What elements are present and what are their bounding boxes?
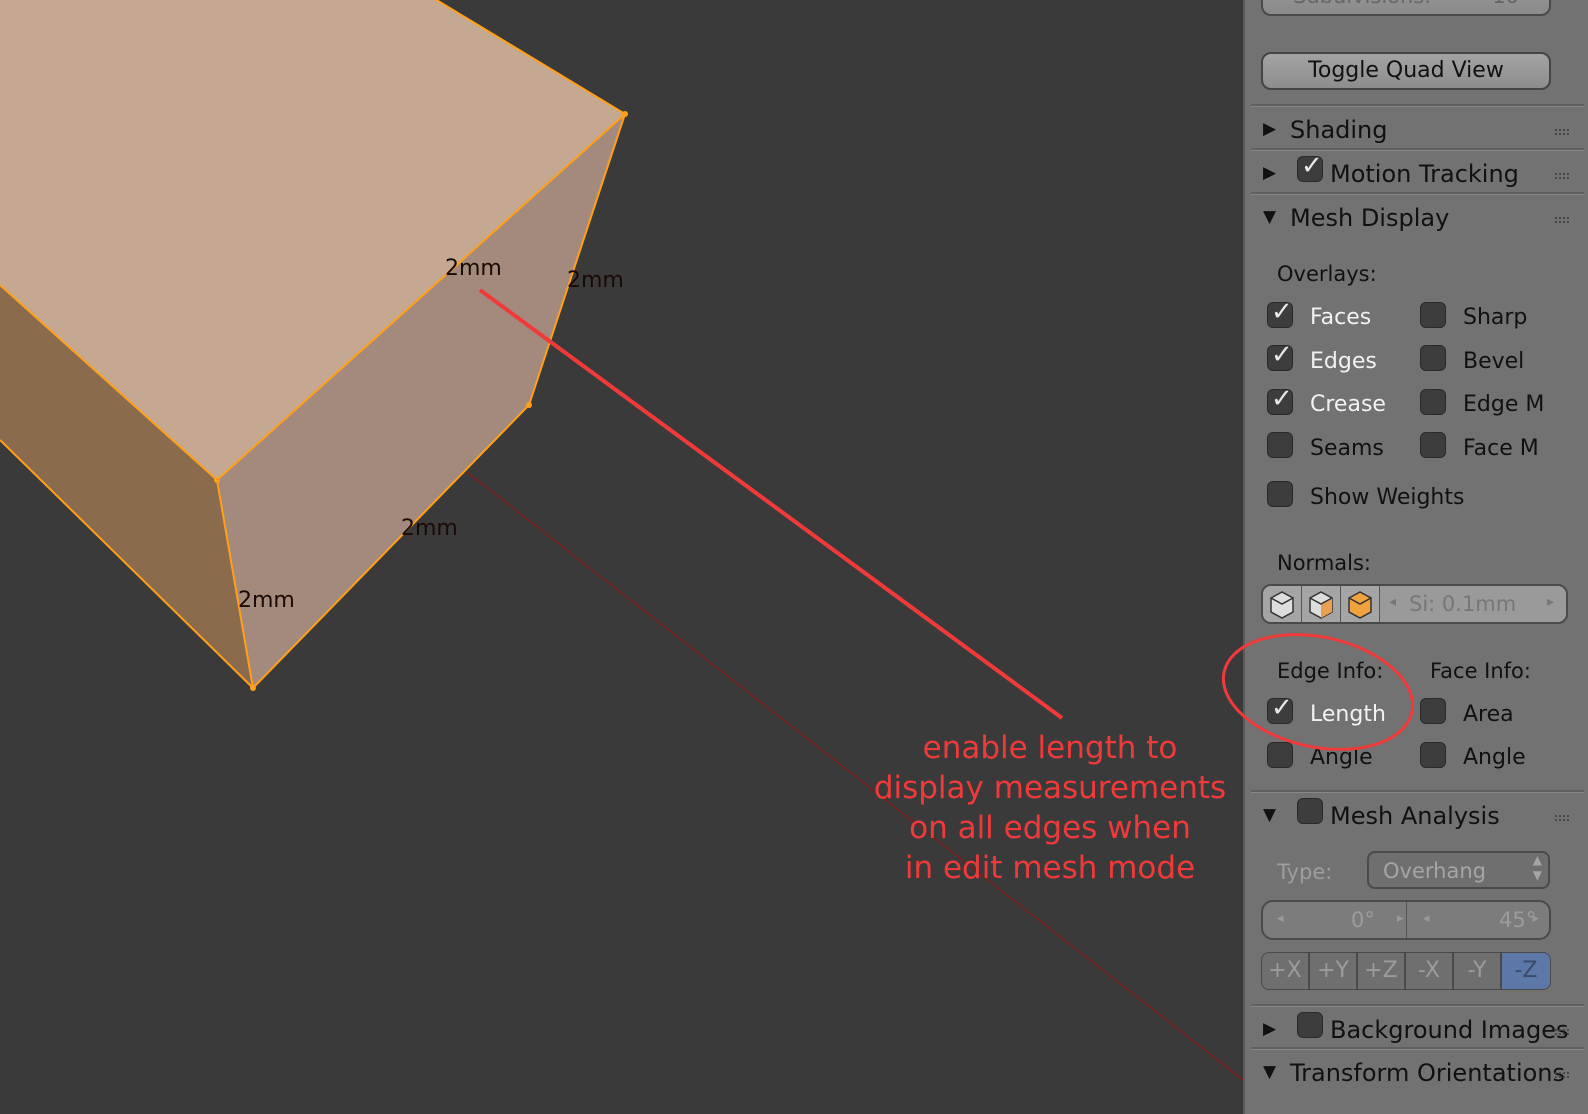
vertex-normals-icon — [1270, 591, 1294, 619]
3d-viewport[interactable]: 2mm 2mm 2mm 2mm enable length to display… — [0, 0, 1243, 1114]
mesh-analysis-checkbox[interactable] — [1297, 798, 1323, 824]
analysis-type-dropdown[interactable]: Overhang ▲ ▼ — [1367, 851, 1550, 889]
face-area-label: Area — [1463, 702, 1514, 727]
face-area-checkbox[interactable] — [1420, 698, 1446, 724]
background-images-checkbox[interactable] — [1297, 1012, 1323, 1038]
collapse-arrow-icon: ▼ — [1263, 1062, 1277, 1082]
subdivisions-field[interactable]: ◂ Subdivisions: 10 ▸ — [1261, 0, 1551, 16]
dropdown-arrows-icon: ▲ ▼ — [1532, 853, 1542, 882]
edge-length-checkbox[interactable] — [1267, 693, 1293, 724]
edge-length-checkbox-label: Length — [1310, 702, 1386, 727]
show-weights-label: Show Weights — [1310, 485, 1465, 510]
annotation-arrow — [478, 288, 1064, 720]
crease-label: Crease — [1310, 392, 1386, 417]
faces-label: Faces — [1310, 305, 1372, 330]
section-mesh-display[interactable]: ▼ Mesh Display — [1245, 198, 1588, 238]
bevel-checkbox[interactable] — [1420, 345, 1446, 371]
drag-handle-icon[interactable] — [1554, 814, 1570, 822]
seams-checkbox[interactable] — [1267, 432, 1293, 458]
split-normals-icon — [1309, 591, 1333, 619]
analysis-max-value[interactable]: 45° — [1499, 908, 1536, 932]
edges-checkbox[interactable] — [1267, 340, 1293, 371]
expand-arrow-icon: ▶ — [1263, 119, 1277, 139]
vertex-normals-button[interactable] — [1263, 586, 1302, 622]
drag-handle-icon[interactable] — [1554, 1028, 1570, 1036]
analysis-range-field[interactable]: ◂ 0° ▸ ◂ 45° ▸ — [1261, 900, 1551, 940]
axis-minus-x-button[interactable]: -X — [1405, 952, 1453, 990]
split-normals-button[interactable] — [1302, 586, 1341, 622]
overlays-label: Overlays: — [1277, 262, 1377, 286]
face-angle-checkbox[interactable] — [1420, 742, 1446, 768]
collapse-arrow-icon: ▼ — [1263, 207, 1277, 227]
show-weights-checkbox[interactable] — [1267, 481, 1293, 507]
axis-plus-y-button[interactable]: +Y — [1309, 952, 1357, 990]
seams-label: Seams — [1310, 436, 1384, 461]
analysis-type-label: Type: — [1277, 860, 1333, 884]
face-info-label: Face Info: — [1430, 659, 1531, 683]
edges-label: Edges — [1310, 349, 1377, 374]
edge-angle-checkbox[interactable] — [1267, 742, 1293, 768]
section-background-images[interactable]: ▶ Background Images — [1245, 1010, 1588, 1050]
edge-m-checkbox[interactable] — [1420, 389, 1446, 415]
expand-arrow-icon: ▶ — [1263, 1019, 1277, 1039]
drag-handle-icon[interactable] — [1554, 216, 1570, 224]
face-normals-button[interactable] — [1341, 586, 1380, 622]
drag-handle-icon[interactable] — [1554, 1071, 1570, 1079]
section-mesh-analysis[interactable]: ▼ Mesh Analysis — [1245, 796, 1588, 836]
sharp-label: Sharp — [1463, 305, 1528, 330]
edge-info-label: Edge Info: — [1277, 659, 1384, 683]
edge-length-label: 2mm — [238, 588, 295, 613]
bevel-label: Bevel — [1463, 349, 1525, 374]
face-angle-label: Angle — [1463, 745, 1526, 770]
edge-length-label: 2mm — [401, 516, 458, 541]
face-normals-icon — [1348, 591, 1372, 619]
analysis-min-value[interactable]: 0° — [1351, 908, 1375, 932]
sharp-checkbox[interactable] — [1420, 302, 1446, 328]
motion-tracking-checkbox[interactable] — [1297, 151, 1323, 182]
collapse-arrow-icon: ▼ — [1263, 805, 1277, 825]
axis-minus-z-button[interactable]: -Z — [1501, 952, 1551, 990]
normals-row: ◂ Si: 0.1mm ▸ — [1261, 584, 1568, 624]
section-shading[interactable]: ▶ Shading — [1245, 110, 1588, 150]
annotation-text: enable length to display measurements on… — [873, 730, 1227, 886]
viewport-canvas[interactable] — [0, 0, 1243, 1114]
subdivisions-label: Subdivisions: — [1293, 0, 1431, 8]
edge-length-label: 2mm — [567, 268, 624, 293]
expand-arrow-icon: ▶ — [1263, 163, 1277, 183]
drag-handle-icon[interactable] — [1554, 172, 1570, 180]
normals-size-field[interactable]: Si: 0.1mm — [1409, 592, 1516, 616]
edge-m-label: Edge M — [1463, 392, 1545, 417]
axis-minus-y-button[interactable]: -Y — [1453, 952, 1501, 990]
face-m-checkbox[interactable] — [1420, 432, 1446, 458]
normals-label: Normals: — [1277, 551, 1371, 575]
toggle-quad-view-button[interactable]: Toggle Quad View — [1261, 52, 1551, 90]
section-transform-orientations[interactable]: ▼ Transform Orientations — [1245, 1053, 1588, 1093]
drag-handle-icon[interactable] — [1554, 128, 1570, 136]
edge-length-label: 2mm — [445, 256, 502, 281]
faces-checkbox[interactable] — [1267, 297, 1293, 328]
crease-checkbox[interactable] — [1267, 384, 1293, 415]
section-motion-tracking[interactable]: ▶ Motion Tracking — [1245, 151, 1588, 194]
properties-panel: ◂ Subdivisions: 10 ▸ Toggle Quad View ▶ … — [1243, 0, 1588, 1114]
axis-plus-x-button[interactable]: +X — [1261, 952, 1309, 990]
face-m-label: Face M — [1463, 436, 1539, 461]
subdivisions-value: 10 — [1492, 0, 1519, 8]
edge-angle-label: Angle — [1310, 745, 1373, 770]
axis-plus-z-button[interactable]: +Z — [1357, 952, 1405, 990]
